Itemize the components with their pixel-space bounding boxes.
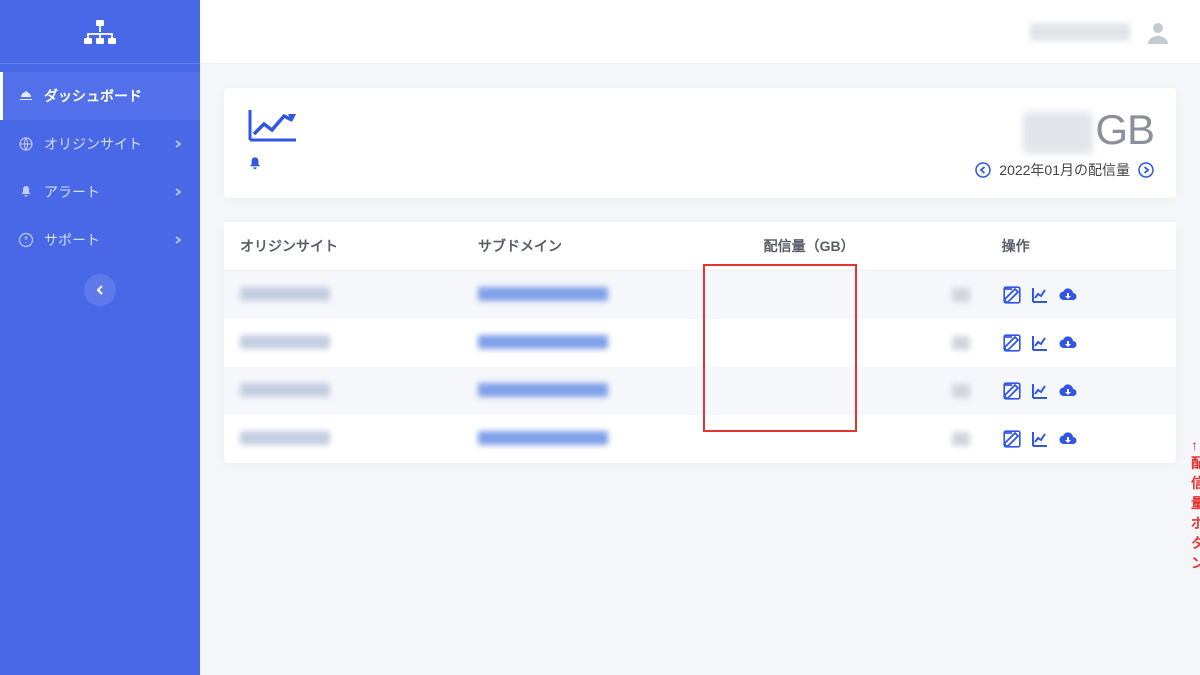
bell-icon (18, 184, 34, 200)
nav-dashboard[interactable]: ダッシュボード (0, 72, 200, 120)
nav-support[interactable]: サポート (0, 216, 200, 264)
col-origin: オリジンサイト (224, 222, 462, 271)
edit-icon[interactable] (1002, 333, 1022, 353)
main-content: GB 2022年01月の配信量 オリジンサイト サブドメイン 配信量（GB） 操… (200, 64, 1200, 675)
edit-icon[interactable] (1002, 381, 1022, 401)
globe-icon (18, 136, 34, 152)
chart-icon[interactable] (1030, 381, 1050, 401)
table-row (224, 271, 1176, 320)
table-row (224, 319, 1176, 367)
cloud-download-icon[interactable] (1058, 429, 1078, 449)
nav-label: オリジンサイト (44, 134, 174, 154)
col-subdomain: サブドメイン (462, 222, 748, 271)
summary-card: GB 2022年01月の配信量 (224, 88, 1176, 198)
chart-line-icon (246, 106, 300, 146)
cloud-download-icon[interactable] (1058, 285, 1078, 305)
col-volume: 配信量（GB） (748, 222, 986, 271)
sitemap-icon (82, 20, 118, 44)
nav-alert[interactable]: アラート (0, 168, 200, 216)
sites-table-card: オリジンサイト サブドメイン 配信量（GB） 操作 (224, 222, 1176, 463)
period-label: 2022年01月の配信量 (999, 160, 1130, 180)
annotation-label: ↑ 配信量ボタン (1191, 437, 1200, 573)
user-name (1030, 23, 1130, 41)
chart-icon[interactable] (1030, 429, 1050, 449)
nav-label: アラート (44, 182, 174, 202)
cloud-download-icon[interactable] (1058, 333, 1078, 353)
period-nav: 2022年01月の配信量 (975, 160, 1154, 180)
col-actions: 操作 (986, 222, 1176, 271)
table-row (224, 415, 1176, 463)
nav-label: サポート (44, 230, 174, 250)
topbar (200, 0, 1200, 64)
collapse-sidebar-button[interactable] (84, 274, 116, 306)
chevron-right-icon (174, 236, 182, 244)
chart-icon[interactable] (1030, 333, 1050, 353)
volume-unit: GB (1095, 106, 1154, 153)
chevron-left-icon (96, 285, 104, 295)
nav-label: ダッシュボード (44, 86, 182, 106)
nav-origin-site[interactable]: オリジンサイト (0, 120, 200, 168)
question-icon (18, 232, 34, 248)
sidebar: ダッシュボード オリジンサイト アラート サポート (0, 0, 200, 675)
table-row (224, 367, 1176, 415)
edit-icon[interactable] (1002, 285, 1022, 305)
prev-period-button[interactable] (975, 162, 991, 178)
edit-icon[interactable] (1002, 429, 1022, 449)
cloud-download-icon[interactable] (1058, 381, 1078, 401)
chevron-right-icon (174, 188, 182, 196)
sites-table: オリジンサイト サブドメイン 配信量（GB） 操作 (224, 222, 1176, 463)
avatar-icon[interactable] (1144, 18, 1172, 46)
bell-icon[interactable] (246, 155, 264, 173)
total-volume: GB 2022年01月の配信量 (975, 106, 1154, 180)
next-period-button[interactable] (1138, 162, 1154, 178)
logo[interactable] (0, 0, 200, 64)
dashboard-icon (18, 88, 34, 104)
chevron-right-icon (174, 140, 182, 148)
nav: ダッシュボード オリジンサイト アラート サポート (0, 64, 200, 306)
chart-icon[interactable] (1030, 285, 1050, 305)
